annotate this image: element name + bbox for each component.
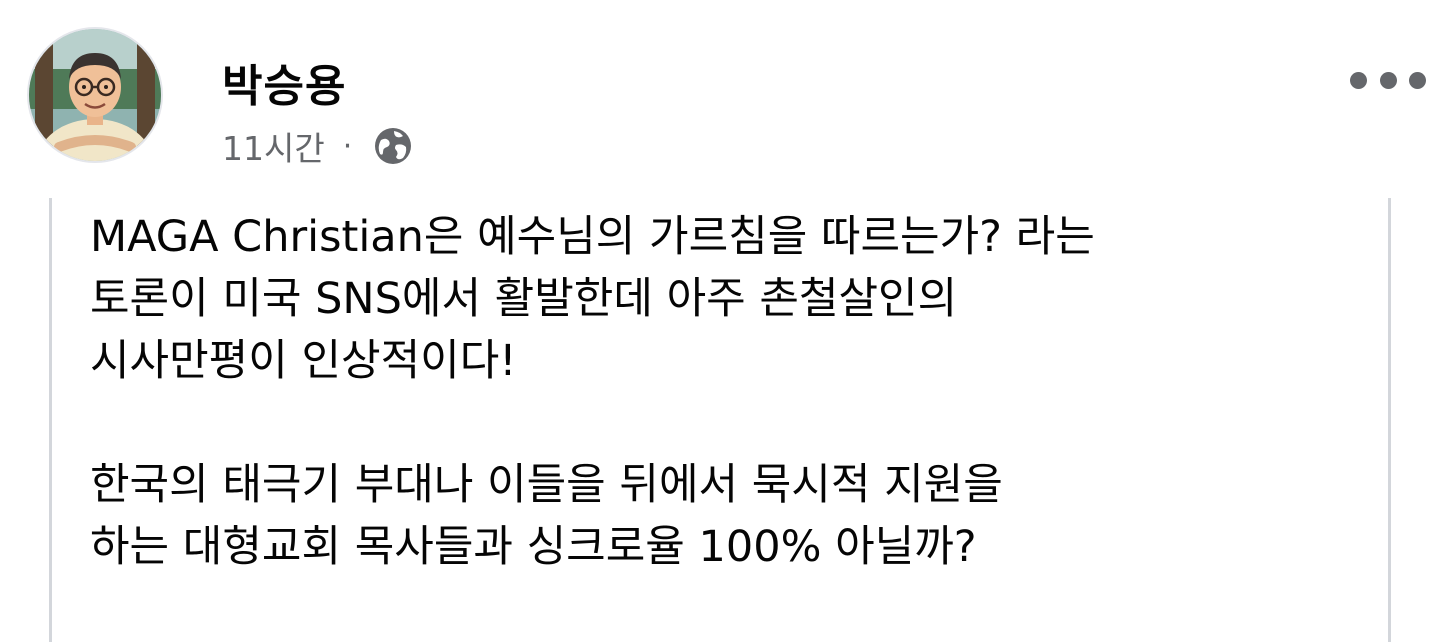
globe-icon[interactable]: [372, 125, 414, 167]
post-meta: 11시간 ·: [222, 122, 414, 170]
avatar[interactable]: [27, 27, 163, 163]
post-text-line: MAGA Christian은 예수님의 가르침을 따르는가? 라는: [90, 212, 1095, 262]
post-text-line: 시사만평이 인상적이다!: [90, 336, 517, 386]
post-text-line: 토론이 미국 SNS에서 활발한데 아주 촌철살인의: [90, 274, 958, 324]
content-border-right: [1388, 198, 1391, 642]
post-text-line: 하는 대형교회 목사들과 싱크로율 100% 아닐까?: [90, 522, 977, 572]
more-horizontal-icon-dot: [1409, 71, 1426, 89]
facebook-post: 박승용 11시간 · MAGA Christian은 예수님의 가르침을 따르는…: [0, 0, 1439, 642]
post-body: MAGA Christian은 예수님의 가르침을 따르는가? 라는 토론이 미…: [90, 206, 1380, 578]
post-text-line: 한국의 태극기 부대나 이들을 뒤에서 묵시적 지원을: [90, 460, 1003, 510]
more-horizontal-icon: [1350, 71, 1367, 89]
meta-separator: ·: [342, 128, 353, 164]
avatar-illustration: [29, 29, 161, 161]
more-options-button[interactable]: [1350, 58, 1426, 102]
author-name[interactable]: 박승용: [222, 50, 346, 114]
more-horizontal-icon-dot: [1379, 71, 1397, 89]
content-border-left: [49, 198, 52, 642]
post-timestamp[interactable]: 11시간: [222, 122, 325, 170]
